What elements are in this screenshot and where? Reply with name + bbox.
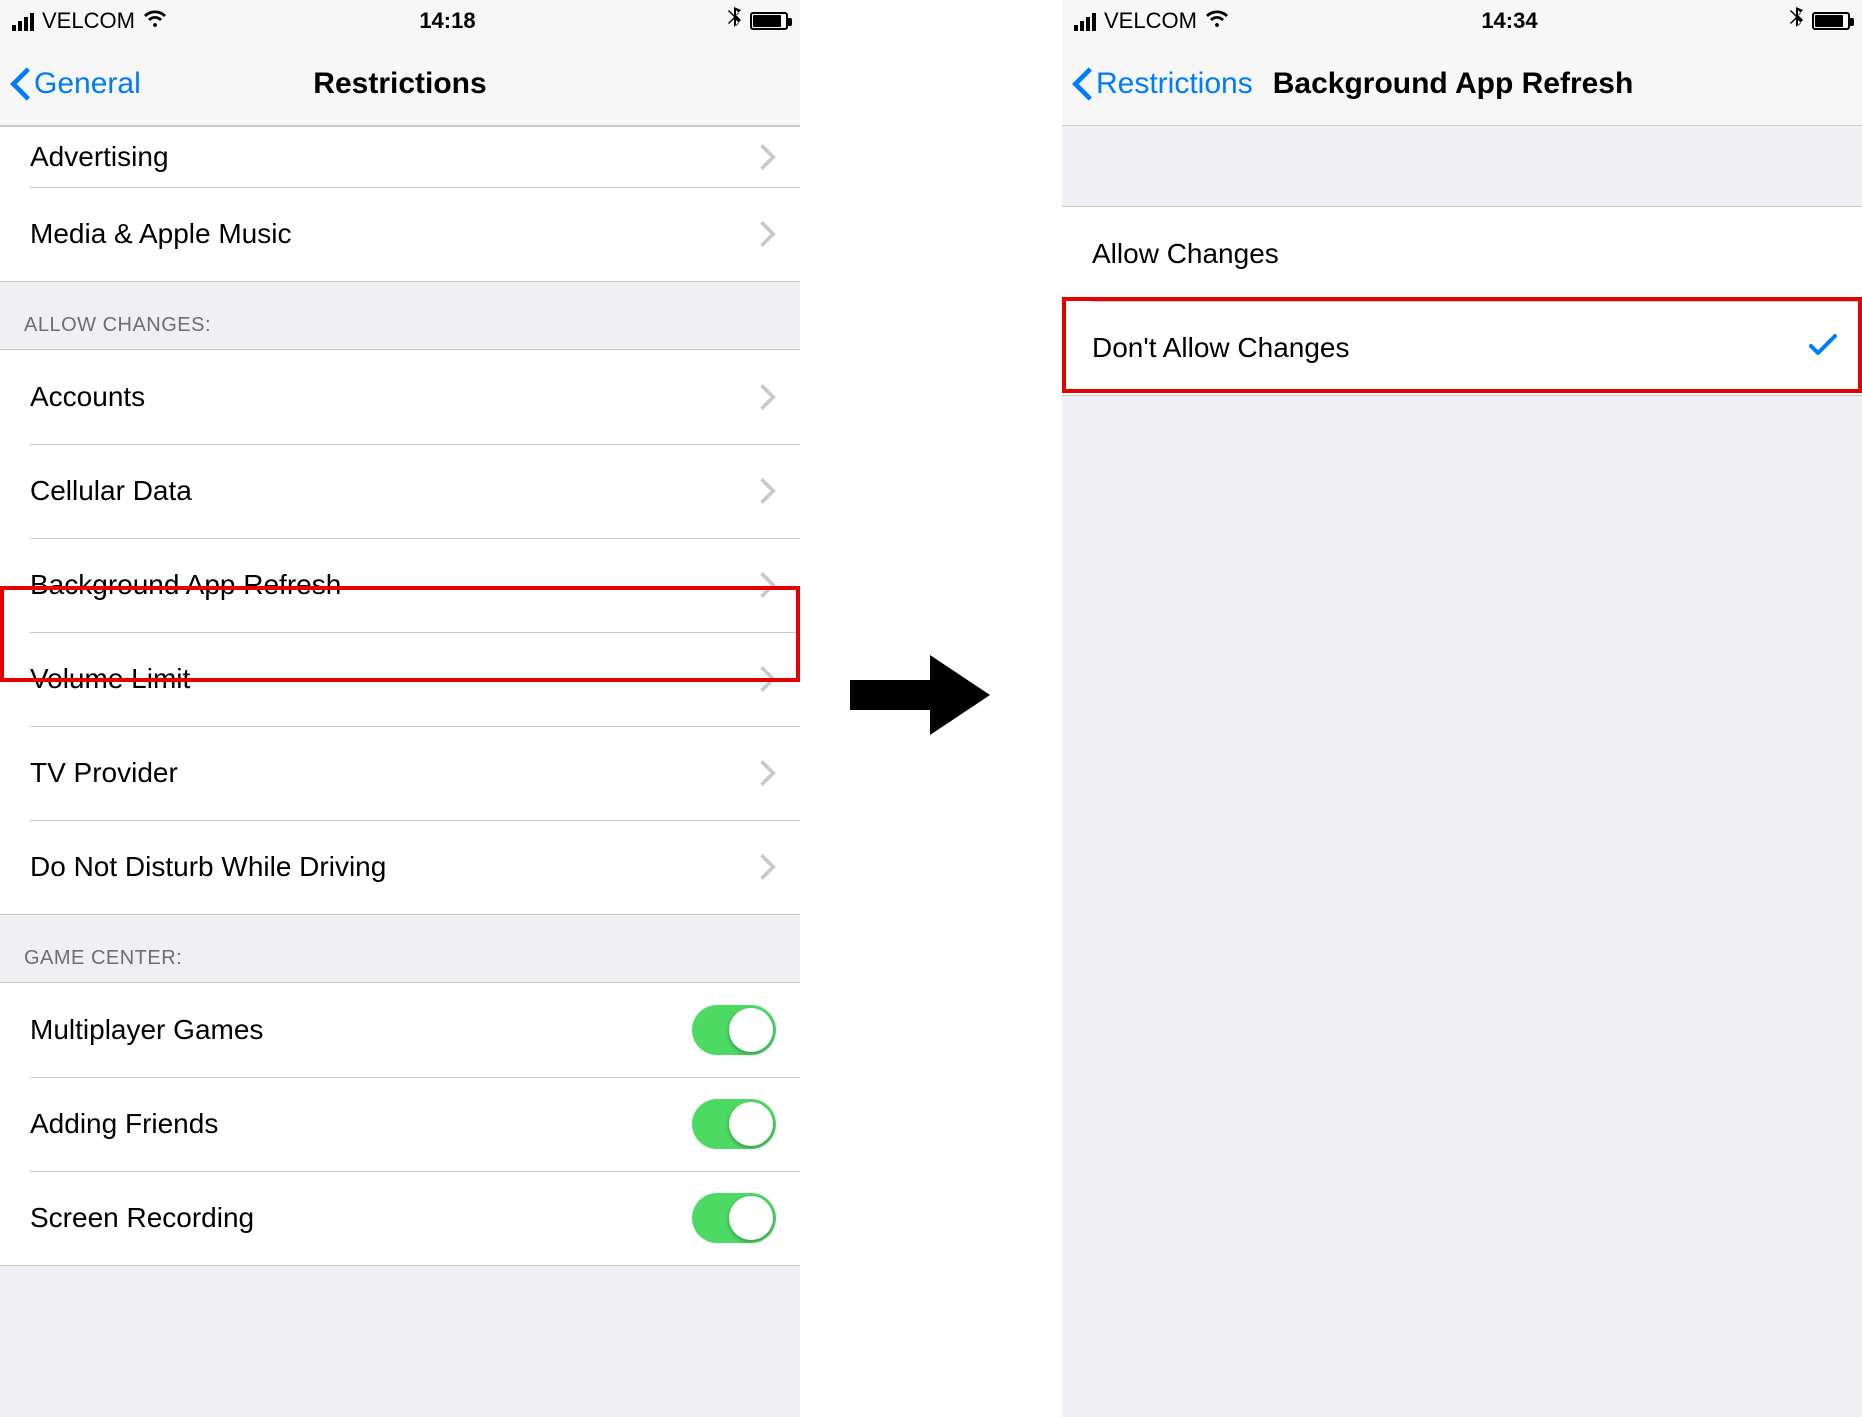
row-label: Allow Changes (1092, 238, 1838, 270)
phone-left: VELCOM 14:18 General Restrictions Advert… (0, 0, 800, 1417)
battery-icon (1812, 12, 1850, 30)
row-label: Don't Allow Changes (1092, 332, 1808, 364)
row-cellular-data[interactable]: Cellular Data (0, 444, 800, 538)
nav-back-button[interactable]: General (0, 67, 141, 101)
carrier-label: VELCOM (42, 8, 135, 34)
wifi-icon (1205, 8, 1229, 34)
row-label: Screen Recording (30, 1202, 692, 1234)
arrow-icon (850, 650, 990, 745)
chevron-left-icon (10, 67, 30, 101)
row-label: Adding Friends (30, 1108, 692, 1140)
top-gap (1062, 126, 1862, 206)
row-label: Volume Limit (30, 663, 760, 695)
bluetooth-icon (728, 7, 742, 35)
row-background-app-refresh[interactable]: Background App Refresh (0, 538, 800, 632)
row-label: Media & Apple Music (30, 218, 760, 250)
row-label: Background App Refresh (30, 569, 760, 601)
section-header-allow: ALLOW CHANGES: (0, 282, 800, 349)
nav-back-label: General (34, 67, 141, 101)
row-tv-provider[interactable]: TV Provider (0, 726, 800, 820)
row-volume-limit[interactable]: Volume Limit (0, 632, 800, 726)
carrier-label: VELCOM (1104, 8, 1197, 34)
row-dnd-driving[interactable]: Do Not Disturb While Driving (0, 820, 800, 914)
chevron-right-icon (760, 760, 776, 786)
toggle-switch[interactable] (692, 1193, 776, 1243)
row-label: Do Not Disturb While Driving (30, 851, 760, 883)
status-bar: VELCOM 14:34 (1062, 0, 1862, 42)
chevron-right-icon (760, 478, 776, 504)
row-allow-changes[interactable]: Allow Changes (1062, 207, 1862, 301)
chevron-right-icon (760, 144, 776, 170)
chevron-right-icon (760, 572, 776, 598)
nav-title: Background App Refresh (1273, 67, 1634, 101)
section-header-game-center: GAME CENTER: (0, 915, 800, 982)
game-center-list: Multiplayer Games Adding Friends Screen … (0, 982, 800, 1266)
status-bar: VELCOM 14:18 (0, 0, 800, 42)
chevron-right-icon (760, 666, 776, 692)
nav-bar: General Restrictions (0, 42, 800, 126)
row-label: TV Provider (30, 757, 760, 789)
chevron-right-icon (760, 384, 776, 410)
row-advertising[interactable]: Advertising (0, 127, 800, 187)
nav-bar: Restrictions Background App Refresh (1062, 42, 1862, 126)
row-media-apple-music[interactable]: Media & Apple Music (0, 187, 800, 281)
top-list: Advertising Media & Apple Music (0, 126, 800, 282)
status-left: VELCOM (1074, 8, 1229, 34)
row-accounts[interactable]: Accounts (0, 350, 800, 444)
row-adding-friends[interactable]: Adding Friends (0, 1077, 800, 1171)
checkmark-icon (1808, 334, 1838, 363)
bottom-gap (0, 1266, 800, 1316)
nav-back-button[interactable]: Restrictions (1062, 67, 1253, 101)
toggle-switch[interactable] (692, 1005, 776, 1055)
chevron-right-icon (760, 221, 776, 247)
row-label: Cellular Data (30, 475, 760, 507)
row-label: Accounts (30, 381, 760, 413)
row-dont-allow-changes[interactable]: Don't Allow Changes (1062, 301, 1862, 395)
row-label: Multiplayer Games (30, 1014, 692, 1046)
status-time: 14:34 (1481, 8, 1537, 34)
options-list: Allow Changes Don't Allow Changes (1062, 206, 1862, 396)
chevron-left-icon (1072, 67, 1092, 101)
chevron-right-icon (760, 854, 776, 880)
nav-title: Restrictions (313, 67, 486, 101)
phone-right: VELCOM 14:34 Restrictions Background App… (1062, 0, 1862, 1417)
row-screen-recording[interactable]: Screen Recording (0, 1171, 800, 1265)
row-label: Advertising (30, 141, 760, 173)
battery-icon (750, 12, 788, 30)
row-multiplayer-games[interactable]: Multiplayer Games (0, 983, 800, 1077)
status-right (728, 7, 788, 35)
status-time: 14:18 (419, 8, 475, 34)
wifi-icon (143, 8, 167, 34)
allow-changes-list: Accounts Cellular Data Background App Re… (0, 349, 800, 915)
nav-back-label: Restrictions (1096, 67, 1253, 101)
status-right (1790, 7, 1850, 35)
status-left: VELCOM (12, 8, 167, 34)
signal-icon (1074, 11, 1096, 31)
bluetooth-icon (1790, 7, 1804, 35)
signal-icon (12, 11, 34, 31)
toggle-switch[interactable] (692, 1099, 776, 1149)
